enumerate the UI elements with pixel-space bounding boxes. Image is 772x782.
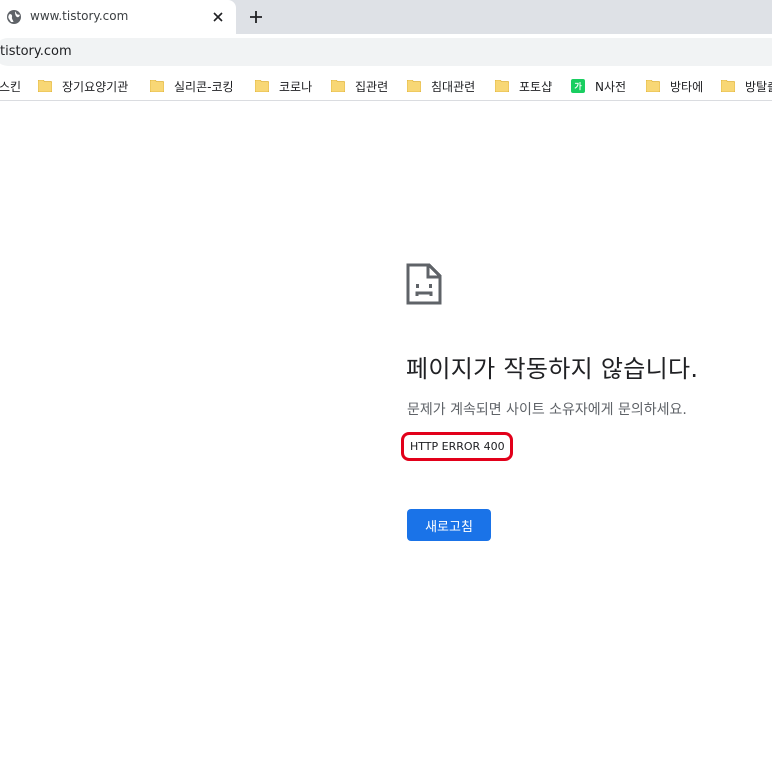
bookmark-label: 포토샵 — [519, 79, 553, 94]
bookmark-label: 방타에 — [670, 79, 704, 94]
bookmarks-bar: 스킨 장기요양기관 실리콘-코킹 코로나 집관련 침대관련 포토샵 가 N사전 … — [0, 70, 772, 101]
bookmark-label: 방탈출 — [745, 79, 772, 94]
bookmark-item[interactable]: 침대관련 — [407, 75, 475, 97]
bookmark-label: N사전 — [595, 79, 627, 94]
tab-strip: www.tistory.com — [0, 0, 772, 34]
folder-icon — [495, 80, 509, 92]
sad-page-icon — [406, 263, 442, 305]
bookmark-item[interactable]: 포토샵 — [495, 75, 552, 97]
bookmark-item[interactable]: 장기요양기관 — [38, 75, 128, 97]
folder-icon — [38, 80, 52, 92]
bookmark-label: 코로나 — [279, 79, 313, 94]
bookmark-item[interactable]: 방타에 — [646, 75, 703, 97]
bookmark-label: 집관련 — [355, 79, 389, 94]
error-heading: 페이지가 작동하지 않습니다. — [406, 355, 699, 383]
address-bar[interactable]: tistory.com — [0, 38, 772, 66]
reload-button[interactable]: 새로고침 — [407, 509, 491, 541]
bookmark-label: 실리콘-코킹 — [174, 79, 234, 94]
error-code: HTTP ERROR 400 — [401, 432, 513, 461]
browser-toolbar: tistory.com — [0, 34, 772, 70]
bookmark-label: 스킨 — [0, 79, 22, 94]
bookmark-item[interactable]: 스킨 — [0, 75, 21, 97]
folder-icon — [255, 80, 269, 92]
url-text: tistory.com — [0, 44, 72, 59]
error-description: 문제가 계속되면 사이트 소유자에게 문의하세요. — [407, 402, 687, 418]
tab-title: www.tistory.com — [30, 9, 129, 23]
browser-tab[interactable]: www.tistory.com — [0, 0, 236, 34]
bookmark-item[interactable]: 방탈출 — [721, 75, 772, 97]
bookmark-label: 장기요양기관 — [62, 79, 129, 94]
folder-icon — [407, 80, 421, 92]
bookmark-item[interactable]: 실리콘-코킹 — [150, 75, 234, 97]
folder-icon — [646, 80, 660, 92]
plus-icon[interactable] — [244, 5, 268, 29]
folder-icon — [150, 80, 164, 92]
folder-icon — [331, 80, 345, 92]
bookmark-item[interactable]: 가 N사전 — [571, 75, 626, 97]
naver-dictionary-icon: 가 — [571, 79, 585, 93]
bookmark-item[interactable]: 집관련 — [331, 75, 388, 97]
bookmark-item[interactable]: 코로나 — [255, 75, 312, 97]
bookmark-label: 침대관련 — [431, 79, 476, 94]
folder-icon — [721, 80, 735, 92]
close-icon[interactable] — [208, 7, 228, 27]
globe-icon — [6, 9, 22, 25]
